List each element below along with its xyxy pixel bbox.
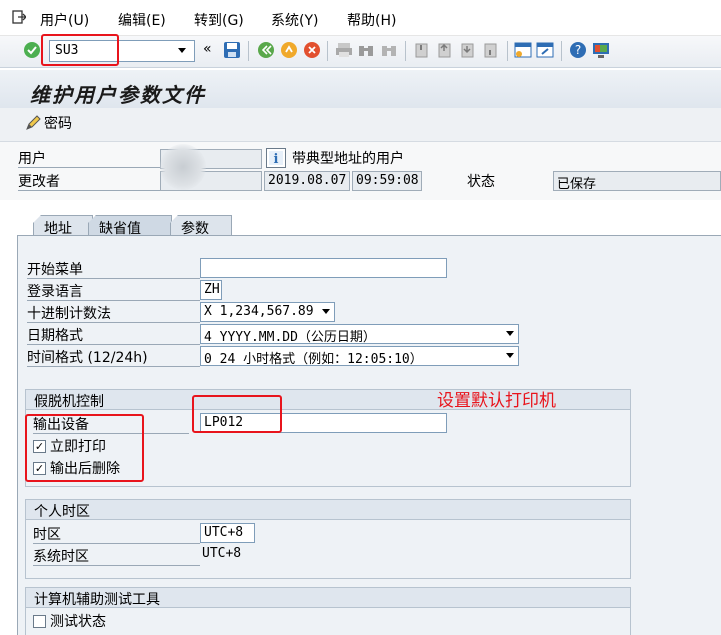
help-icon[interactable]: ? <box>569 41 587 59</box>
label-underline <box>18 167 160 168</box>
status-field: 已保存 <box>553 171 721 191</box>
enter-icon[interactable] <box>23 41 41 59</box>
label-underline <box>33 565 200 566</box>
catt-group: 计算机辅助测试工具 <box>25 587 631 635</box>
test-status-label: 测试状态 <box>50 614 106 630</box>
time-format-label: 时间格式 (12/24h) <box>27 350 148 366</box>
test-status-checkbox[interactable] <box>33 614 46 628</box>
annotation-text: 设置默认打印机 <box>437 391 556 411</box>
output-device-highlight <box>192 395 282 433</box>
svg-text:i: i <box>274 152 279 167</box>
cancel-icon[interactable] <box>303 41 321 59</box>
timezone-label: 时区 <box>33 527 61 543</box>
tab-address[interactable]: 地址 <box>33 215 93 237</box>
label-underline <box>27 278 200 279</box>
changed-date-field: 2019.08.07 <box>264 171 350 191</box>
label-underline <box>33 543 200 544</box>
shortcut-icon[interactable] <box>536 41 554 59</box>
chevron-down-icon[interactable] <box>506 353 514 358</box>
label-underline <box>27 322 200 323</box>
back-icon[interactable] <box>257 41 275 59</box>
system-timezone-label: 系统时区 <box>33 549 89 565</box>
command-history-icon[interactable]: « <box>203 41 212 57</box>
chevron-down-icon[interactable] <box>506 331 514 336</box>
changed-time-field: 09:59:08 <box>352 171 422 191</box>
exit-icon[interactable] <box>280 41 298 59</box>
menu-edit[interactable]: 编辑(E) <box>118 10 166 30</box>
exit-menu-icon[interactable] <box>12 10 27 24</box>
find-next-icon[interactable] <box>380 41 398 59</box>
svg-text:?: ? <box>575 43 581 57</box>
page-title: 维护用户参数文件 <box>30 83 206 107</box>
time-format-select[interactable]: 0 24 小时格式（例如：12:05:10） <box>200 346 519 366</box>
decimal-notation-select[interactable]: X 1,234,567.89 <box>200 302 335 322</box>
menu-user[interactable]: 用户(U) <box>40 10 89 30</box>
next-page-icon[interactable] <box>459 41 477 59</box>
system-timezone-value: UTC+8 <box>202 546 242 561</box>
label-underline <box>27 344 200 345</box>
menu-help[interactable]: 帮助(H) <box>347 10 396 30</box>
start-menu-input[interactable] <box>200 258 447 278</box>
command-dropdown-icon[interactable] <box>178 48 186 53</box>
label-underline <box>27 300 200 301</box>
menu-goto[interactable]: 转到(G) <box>194 10 244 30</box>
application-toolbar <box>0 108 721 142</box>
save-icon[interactable] <box>223 41 241 59</box>
password-label: 密码 <box>44 116 72 132</box>
previous-page-icon[interactable] <box>436 41 454 59</box>
changed-by-label: 更改者 <box>18 174 60 190</box>
tab-parameters[interactable]: 参数 <box>170 215 232 237</box>
menu-system[interactable]: 系统(Y) <box>271 10 318 30</box>
command-field-highlight <box>41 34 119 66</box>
user-type-text: 带典型地址的用户 <box>292 151 404 167</box>
catt-title: 计算机辅助测试工具 <box>26 588 630 608</box>
toolbar-separator <box>248 41 249 61</box>
decimal-notation-label: 十进制计数法 <box>27 306 111 322</box>
status-label: 状态 <box>467 174 495 190</box>
label-underline <box>27 366 200 367</box>
print-icon[interactable] <box>335 41 353 59</box>
label-underline <box>18 190 160 191</box>
toolbar-separator <box>507 41 508 61</box>
personal-timezone-group: 个人时区 <box>25 499 631 579</box>
date-format-value: 4 YYYY.MM.DD（公历日期） <box>204 330 376 344</box>
logon-language-input[interactable]: ZH <box>200 280 222 300</box>
toolbar-separator <box>327 41 328 61</box>
redacted-user-blur <box>160 144 206 190</box>
last-page-icon[interactable] <box>482 41 500 59</box>
personal-timezone-title: 个人时区 <box>26 500 630 520</box>
user-label: 用户 <box>18 151 46 167</box>
find-icon[interactable] <box>357 41 375 59</box>
date-format-label: 日期格式 <box>27 328 83 344</box>
date-format-select[interactable]: 4 YYYY.MM.DD（公历日期） <box>200 324 519 344</box>
info-icon[interactable]: i <box>266 148 286 168</box>
toolbar-separator <box>561 41 562 61</box>
password-button[interactable]: 密码 <box>25 113 72 133</box>
chevron-down-icon[interactable] <box>322 309 330 314</box>
spool-options-highlight <box>25 414 144 482</box>
first-page-icon[interactable] <box>413 41 431 59</box>
logon-language-label: 登录语言 <box>27 284 83 300</box>
toolbar-separator <box>405 41 406 61</box>
start-menu-label: 开始菜单 <box>27 262 83 278</box>
new-session-icon[interactable] <box>514 41 532 59</box>
decimal-notation-value: X 1,234,567.89 <box>204 304 314 319</box>
customize-layout-icon[interactable] <box>592 41 610 59</box>
pencil-icon <box>25 115 41 131</box>
test-status-checkbox-row[interactable]: 测试状态 <box>33 611 106 631</box>
time-format-value: 0 24 小时格式（例如：12:05:10） <box>204 352 423 366</box>
timezone-input[interactable]: UTC+8 <box>200 523 255 543</box>
